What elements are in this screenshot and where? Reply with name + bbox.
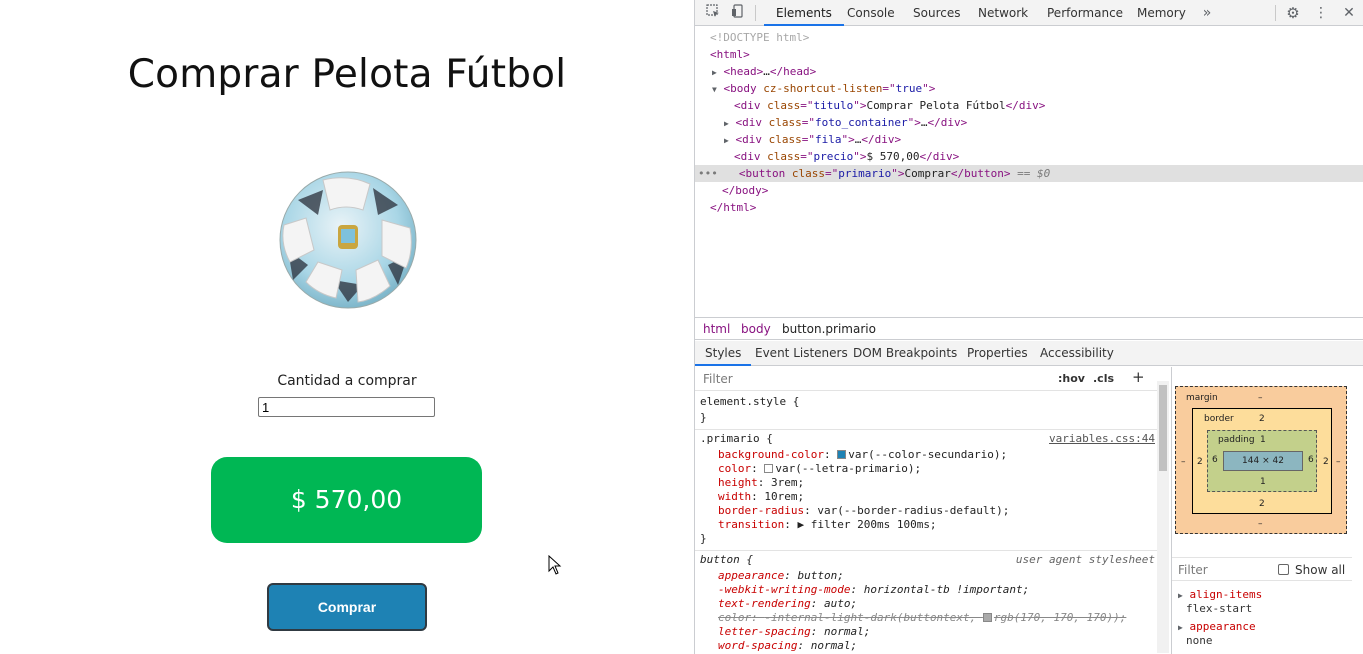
tab-properties[interactable]: Properties (967, 341, 1028, 366)
computed-property[interactable]: ▶ align-items (1178, 588, 1262, 601)
tab-sources[interactable]: Sources (913, 0, 960, 26)
ua-declaration[interactable]: appearance: button; (718, 569, 844, 583)
ua-declaration-overridden[interactable]: color: -internal-light-dark(buttontext, … (718, 611, 1126, 625)
color-swatch (837, 450, 847, 459)
breadcrumb-body[interactable]: body (741, 322, 771, 336)
tab-performance[interactable]: Performance (1047, 0, 1123, 26)
sidebar-tabs: Styles Event Listeners DOM Breakpoints P… (695, 341, 1363, 366)
computed-value: none (1186, 634, 1213, 647)
style-declaration[interactable]: width: 10rem; (718, 490, 804, 504)
computed-property[interactable]: ▶ appearance (1178, 620, 1256, 633)
tab-dom-breakpoints[interactable]: DOM Breakpoints (853, 341, 957, 366)
styles-filter-input[interactable]: Filter (703, 372, 733, 386)
new-style-rule-button[interactable]: + (1132, 368, 1145, 386)
more-vert-icon[interactable]: ⋮ (1312, 4, 1330, 22)
dom-node-foto-container[interactable]: ▶ <div class="foto_container">…</div> (724, 114, 967, 131)
more-horiz-icon: ••• (698, 167, 718, 180)
style-declaration[interactable]: transition: ▶ filter 200ms 100ms; (718, 518, 937, 532)
dom-node-html-close[interactable]: </html> (710, 199, 756, 216)
dom-node-button-selected[interactable]: ••• <button class="primario">Comprar</but… (695, 165, 1363, 182)
ua-declaration[interactable]: text-rendering: auto; (718, 597, 857, 611)
ua-declaration[interactable]: word-spacing: normal; (718, 639, 857, 653)
devtools-panel: Elements Console Sources Network Perform… (694, 0, 1363, 654)
device-toolbar-icon[interactable] (729, 4, 747, 22)
dom-node-doctype[interactable]: <!DOCTYPE html> (710, 29, 809, 46)
show-all-checkbox[interactable] (1278, 564, 1289, 575)
computed-value: flex-start (1186, 602, 1253, 615)
expand-arrow-icon: ▶ (724, 136, 729, 145)
style-declaration[interactable]: height: 3rem; (718, 476, 804, 490)
dom-node-titulo[interactable]: <div class="titulo">Comprar Pelota Fútbo… (734, 97, 1045, 114)
button-selector[interactable]: button { (700, 553, 753, 567)
inspect-element-icon[interactable] (704, 4, 722, 22)
page-viewport: Comprar Pelota Fútbol Cantidad a comprar… (0, 0, 694, 654)
close-brace: } (700, 411, 707, 424)
expand-arrow-icon: ▶ (724, 119, 729, 128)
collapse-arrow-icon: ▼ (712, 85, 717, 94)
primario-source-link[interactable]: variables.css:44 (1049, 432, 1155, 446)
tab-elements[interactable]: Elements (764, 0, 844, 26)
box-model-border[interactable]: border 2 2 2 2 padding 1 6 6 1 144 × 42 (1192, 408, 1332, 514)
scrollbar-thumb[interactable] (1159, 385, 1167, 471)
tab-memory[interactable]: Memory (1137, 0, 1186, 26)
breadcrumb-button[interactable]: button.primario (782, 322, 876, 336)
element-style-selector[interactable]: element.style { (700, 395, 799, 409)
page-title: Comprar Pelota Fútbol (127, 52, 567, 97)
style-declaration[interactable]: border-radius: var(--border-radius-defau… (718, 504, 1009, 518)
close-icon[interactable]: ✕ (1340, 4, 1358, 22)
style-declaration[interactable]: background-color: var(--color-secundario… (718, 448, 1007, 462)
tab-event-listeners[interactable]: Event Listeners (755, 341, 848, 366)
quantity-label: Cantidad a comprar (277, 373, 417, 389)
chevrons-right-icon[interactable]: » (1198, 4, 1216, 22)
breadcrumb-html[interactable]: html (703, 322, 730, 336)
show-all-label: Show all (1295, 563, 1346, 577)
box-model-margin[interactable]: margin – – – – border 2 2 2 2 padding 1 … (1175, 386, 1347, 534)
box-model-padding[interactable]: padding 1 6 6 1 144 × 42 (1207, 430, 1317, 492)
dom-node-body[interactable]: ▼ <body cz-shortcut-listen="true"> (712, 80, 935, 97)
expand-arrow-icon: ▶ (1178, 591, 1183, 600)
toolbar-separator (755, 5, 756, 21)
tab-styles[interactable]: Styles (695, 341, 752, 366)
color-swatch (764, 464, 774, 473)
buy-button[interactable]: Comprar (267, 583, 427, 631)
cls-button[interactable]: .cls (1093, 372, 1114, 385)
mouse-cursor-icon (548, 555, 562, 575)
tab-accessibility[interactable]: Accessibility (1040, 341, 1114, 366)
hov-button[interactable]: :hov (1058, 372, 1085, 385)
rule-divider (695, 429, 1157, 430)
computed-filter-row: Filter Show all (1172, 557, 1352, 581)
dom-node-head[interactable]: ▶ <head>…</head> (712, 63, 816, 80)
ua-declaration[interactable]: letter-spacing: normal; (718, 625, 870, 639)
close-brace: } (700, 532, 707, 545)
dom-node-body-close[interactable]: </body> (722, 182, 768, 199)
rule-divider (695, 550, 1157, 551)
dom-node-precio[interactable]: <div class="precio">$ 570,00</div> (734, 148, 959, 165)
box-model-content[interactable]: 144 × 42 (1223, 451, 1303, 471)
devtools-toolbar: Elements Console Sources Network Perform… (695, 0, 1363, 26)
tab-network[interactable]: Network (978, 0, 1028, 26)
dom-node-fila[interactable]: ▶ <div class="fila">…</div> (724, 131, 901, 148)
gear-icon[interactable]: ⚙ (1284, 4, 1302, 22)
dom-node-html[interactable]: <html> (710, 46, 750, 63)
quantity-input[interactable] (258, 397, 435, 417)
primario-selector[interactable]: .primario { (700, 432, 773, 446)
styles-filter-row: Filter :hov .cls + (695, 367, 1157, 391)
box-model-pane: margin – – – – border 2 2 2 2 padding 1 … (1171, 367, 1363, 654)
expand-arrow-icon: ▶ (712, 68, 717, 77)
ua-stylesheet-label: user agent stylesheet (1015, 553, 1155, 566)
styles-scrollbar[interactable] (1157, 381, 1169, 653)
toolbar-separator (1275, 5, 1276, 21)
computed-filter-input[interactable]: Filter (1178, 563, 1208, 577)
tab-console[interactable]: Console (847, 0, 895, 26)
soccer-ball-image (279, 171, 417, 309)
styles-pane: Filter :hov .cls + element.style { } .pr… (695, 367, 1171, 654)
price-display: $ 570,00 (211, 457, 482, 543)
ua-declaration[interactable]: -webkit-writing-mode: horizontal-tb !imp… (718, 583, 1029, 597)
style-declaration[interactable]: color: var(--letra-primario); (718, 462, 921, 476)
breadcrumb: html body button.primario (695, 317, 1363, 340)
expand-arrow-icon: ▶ (1178, 623, 1183, 632)
color-swatch (982, 613, 992, 622)
